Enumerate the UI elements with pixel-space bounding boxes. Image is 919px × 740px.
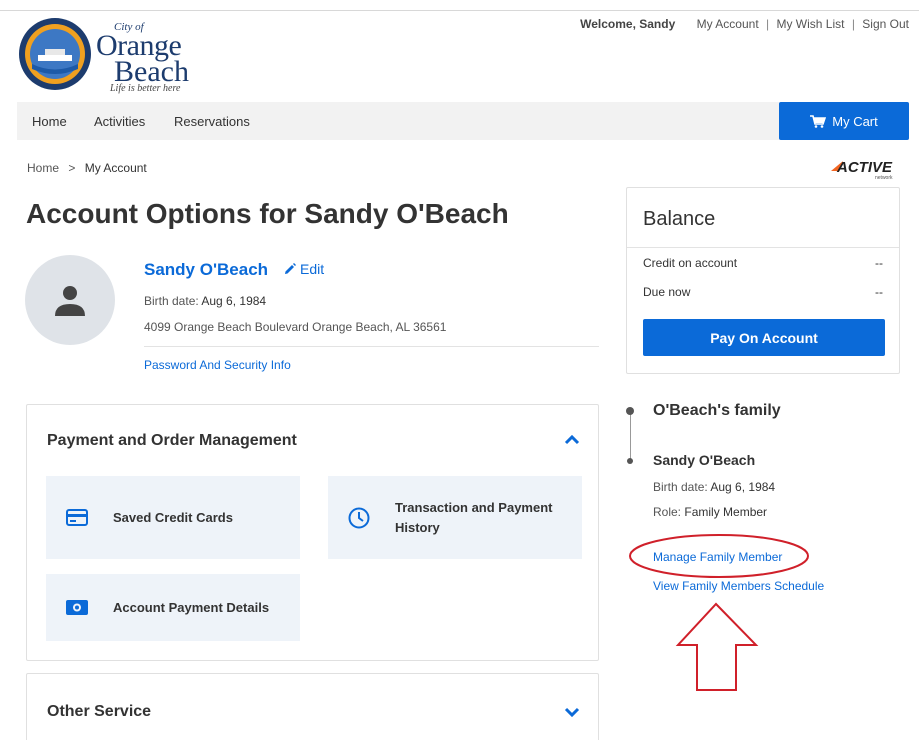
account-payment-details-tile[interactable]: Account Payment Details [46,574,300,641]
nav-activities[interactable]: Activities [94,114,145,129]
page-title: Account Options for Sandy O'Beach [26,198,509,229]
edit-label: Edit [300,261,325,277]
clock-icon [348,507,370,528]
family-title: O'Beach's family [653,402,781,419]
profile-address: 4099 Orange Beach Boulevard Orange Beach… [144,320,447,334]
up-arrow-annotation [675,602,759,691]
password-security-link[interactable]: Password And Security Info [144,358,291,372]
top-divider [0,10,919,11]
city-seal-icon [19,18,91,90]
saved-credit-cards-tile[interactable]: Saved Credit Cards [46,476,300,559]
birth-label: Birth date: [144,294,199,308]
active-sub: network [875,175,893,181]
due-now-row: Due now -- [643,285,883,299]
pay-on-account-button[interactable]: Pay On Account [643,319,885,356]
transaction-history-label: Transaction and Payment History [395,498,553,538]
family-member-birth: Birth date: Aug 6, 1984 [653,480,775,494]
family-birth-value: Aug 6, 1984 [710,480,776,494]
payment-section-title[interactable]: Payment and Order Management [47,432,297,450]
credit-on-account-value: -- [875,256,883,270]
user-icon [55,286,85,316]
transaction-history-line2: History [395,519,440,535]
profile-name: Sandy O'Beach [144,260,269,279]
orange-beach-logo[interactable]: City of Orange Beach Life is better here [18,17,189,95]
profile-divider [144,346,599,347]
avatar [25,255,115,345]
sign-out-link[interactable]: Sign Out [862,17,909,31]
family-member-name: Sandy O'Beach [653,452,756,468]
balance-title: Balance [643,208,716,230]
transaction-history-tile[interactable]: Transaction and Payment History [328,476,582,559]
other-service-card: Other Service [26,673,599,740]
family-role-value: Family Member [684,505,768,519]
family-timeline-dot [626,407,634,415]
account-links: Welcome, Sandy My Account | My Wish List… [580,17,909,31]
balance-divider [627,247,899,248]
credit-on-account-row: Credit on account -- [643,256,883,270]
saved-credit-cards-label: Saved Credit Cards [113,509,233,525]
money-icon [66,600,88,615]
my-cart-button[interactable]: My Cart [779,102,909,140]
other-service-title[interactable]: Other Service [47,703,151,721]
credit-on-account-label: Credit on account [643,256,738,270]
family-role-label: Role: [653,505,682,519]
breadcrumb-current: My Account [84,161,147,175]
welcome-text: Welcome, Sandy [580,17,676,31]
active-wordmark: ACTIVE [836,159,893,176]
nav-reservations[interactable]: Reservations [174,114,250,129]
family-timeline-line [630,411,631,463]
nav-home[interactable]: Home [32,114,67,129]
breadcrumb-home[interactable]: Home [27,161,59,175]
edit-profile-link[interactable]: Edit [284,261,324,277]
my-wish-list-link[interactable]: My Wish List [776,17,844,31]
logo-wordmark: City of Orange Beach Life is better here [96,22,189,95]
chevron-down-icon[interactable] [564,707,580,717]
link-separator: | [851,17,855,31]
family-member-role: Role: Family Member [653,505,767,519]
main-nav: Home Activities Reservations My Cart [17,102,909,140]
breadcrumb: Home > My Account [27,161,147,175]
credit-card-icon [66,509,88,526]
account-payment-details-label: Account Payment Details [113,599,270,615]
due-now-value: -- [875,285,883,299]
logo-tagline: Life is better here [110,83,181,94]
profile-birth-date: Birth date: Aug 6, 1984 [144,294,266,308]
family-birth-label: Birth date: [653,480,708,494]
my-cart-label: My Cart [832,113,878,129]
link-separator: | [766,17,770,31]
payment-order-card: Payment and Order Management Saved Credi… [26,404,599,661]
birth-value: Aug 6, 1984 [201,294,267,308]
chevron-up-icon[interactable] [564,435,580,445]
logo-beach: Beach [114,55,189,88]
my-account-link[interactable]: My Account [697,17,759,31]
active-network-logo: ACTIVE network [831,159,893,181]
balance-panel: Balance Credit on account -- Due now -- … [626,187,900,374]
breadcrumb-separator: > [68,161,76,175]
due-now-label: Due now [643,285,691,299]
transaction-history-line1: Transaction and Payment [395,499,553,515]
member-timeline-dot [627,458,633,464]
pencil-icon [285,263,296,274]
cart-icon [810,114,827,128]
manage-family-member-link[interactable]: Manage Family Member [653,550,782,564]
view-family-schedule-link[interactable]: View Family Members Schedule [653,579,824,593]
